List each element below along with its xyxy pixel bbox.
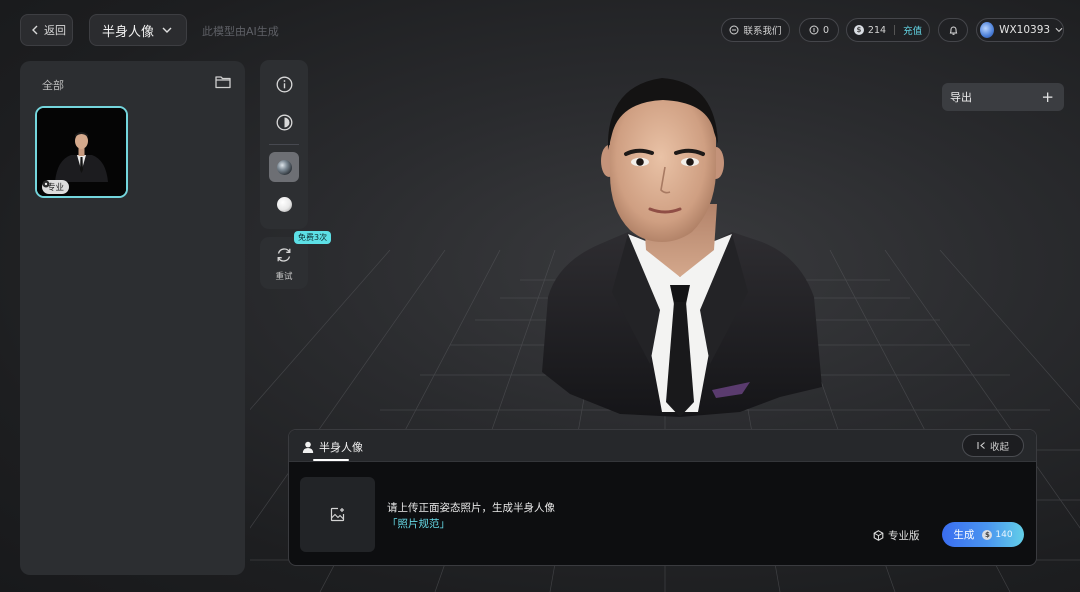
avatar: [980, 22, 995, 38]
free-tries-badge: 免费3次: [294, 231, 332, 244]
image-add-icon: [330, 507, 345, 522]
model-note: 此模型由AI生成: [202, 25, 279, 38]
tab-half-body[interactable]: 半身人像: [302, 439, 363, 455]
generate-panel: 半身人像 收起 请上传正面姿态照片，生成半身人像 「照片规范」 专业版 生成 $…: [288, 429, 1037, 566]
environment-sphere-icon: [276, 159, 292, 175]
tab-label: 半身人像: [319, 441, 363, 454]
model-name: 半身人像: [102, 24, 155, 40]
cost-value: 140: [995, 529, 1013, 540]
upload-hint: 请上传正面姿态照片，生成半身人像: [387, 502, 555, 514]
folder-icon[interactable]: [215, 75, 231, 89]
contrast-button[interactable]: [269, 107, 299, 137]
model-select[interactable]: 半身人像: [89, 14, 187, 46]
panel-header: 半身人像 收起: [289, 430, 1036, 462]
info-icon: [276, 76, 292, 92]
coupon-button[interactable]: 0: [799, 18, 839, 42]
pro-version-toggle[interactable]: 专业版: [873, 528, 920, 543]
app-root: 返回 半身人像 此模型由AI生成 联系我们 0 $ 214 充值 WX10393: [0, 0, 1080, 592]
collapse-button[interactable]: 收起: [962, 434, 1024, 457]
collapse-label: 收起: [989, 441, 1009, 453]
coupon-count: 0: [822, 24, 830, 36]
bell-icon: [949, 26, 957, 35]
upload-photo-box[interactable]: [300, 477, 375, 552]
username: WX10393: [999, 24, 1051, 36]
refresh-icon: [277, 248, 291, 262]
generate-label: 生成: [953, 529, 975, 541]
export-label: 导出: [950, 91, 972, 104]
top-bar: 返回 半身人像 此模型由AI生成 联系我们 0 $ 214 充值 WX10393: [0, 0, 1080, 60]
points-pill[interactable]: $ 214 充值: [846, 18, 930, 42]
3d-bust-model[interactable]: [530, 72, 830, 422]
white-sphere-icon: [276, 196, 292, 212]
contact-label: 联系我们: [743, 26, 782, 37]
contact-us-button[interactable]: 联系我们: [721, 18, 790, 42]
retry-label: 重试: [275, 272, 293, 282]
divider: [269, 144, 299, 145]
plus-icon: +: [1041, 88, 1054, 106]
panel-title: 全部: [42, 79, 64, 92]
chevron-left-icon: [32, 25, 38, 35]
back-label: 返回: [44, 24, 66, 37]
collapse-panel-icon: [977, 442, 985, 449]
pro-badge: 专业: [42, 180, 70, 194]
chevron-down-icon: [1055, 27, 1063, 33]
coupon-icon: [809, 25, 819, 35]
chat-bubble-icon: [729, 25, 739, 35]
generate-cost: $ 140: [982, 529, 1013, 540]
coin-icon: $: [853, 25, 864, 35]
recharge-link[interactable]: 充值: [903, 23, 922, 37]
gear-icon: [42, 180, 50, 188]
history-panel: 全部 专业: [20, 61, 245, 575]
hexagon-icon: [873, 530, 884, 541]
active-tab-indicator: [313, 459, 349, 461]
environment-material-button[interactable]: [269, 152, 299, 182]
coin-icon: $: [982, 529, 993, 540]
person-icon: [302, 441, 314, 453]
white-material-button[interactable]: [269, 189, 299, 219]
retry-button[interactable]: 重试: [260, 237, 308, 289]
generate-button[interactable]: 生成 $ 140: [942, 522, 1024, 547]
chevron-down-icon: [162, 27, 172, 33]
points-value: 214: [867, 24, 887, 36]
back-button[interactable]: 返回: [20, 14, 73, 46]
user-menu[interactable]: WX10393: [976, 18, 1064, 42]
export-button[interactable]: 导出 +: [942, 83, 1064, 111]
history-thumbnail[interactable]: 专业: [35, 106, 128, 198]
contrast-icon: [276, 114, 292, 130]
photo-spec-link[interactable]: 「照片规范」: [387, 516, 450, 531]
divider: [894, 25, 896, 35]
pro-label: 专业版: [888, 530, 920, 542]
view-tools: [260, 60, 308, 229]
notifications-button[interactable]: [938, 18, 968, 42]
info-button[interactable]: [269, 69, 299, 99]
